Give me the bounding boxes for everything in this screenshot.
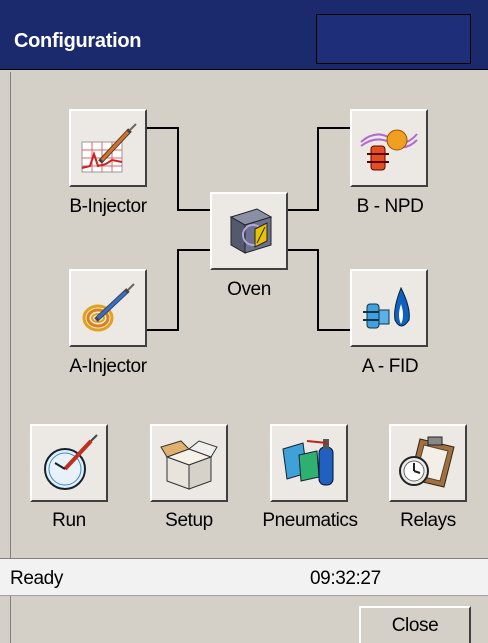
status-bar: Ready 09:32:27 <box>0 558 488 596</box>
title-display-box <box>316 14 471 64</box>
a-injector-button[interactable] <box>69 269 147 347</box>
relays-clipboard-icon <box>399 436 455 488</box>
setup-button[interactable] <box>150 424 228 502</box>
close-button[interactable]: Close <box>359 606 471 643</box>
npd-detector-icon <box>360 129 418 171</box>
relays-label: Relays <box>400 510 456 531</box>
b-injector-icon <box>81 123 137 173</box>
pneumatics-label: Pneumatics <box>262 510 358 531</box>
setup-label: Setup <box>165 510 213 531</box>
b-injector-button[interactable] <box>69 109 147 187</box>
a-detector-label: A - FID <box>361 356 419 377</box>
title-bar: Configuration <box>0 0 488 70</box>
run-gauge-icon <box>44 434 98 490</box>
window-title: Configuration <box>14 30 142 52</box>
b-detector-button[interactable] <box>350 109 428 187</box>
pneumatics-icon <box>282 439 334 486</box>
status-text: Ready <box>10 568 63 589</box>
run-button[interactable] <box>30 424 108 502</box>
oven-button[interactable] <box>210 192 288 270</box>
a-injector-label: A-Injector <box>69 356 147 377</box>
relays-button[interactable] <box>389 424 467 502</box>
run-label: Run <box>52 510 86 531</box>
setup-box-icon <box>160 440 218 490</box>
b-injector-label: B-Injector <box>69 196 147 217</box>
b-detector-label: B - NPD <box>356 196 424 217</box>
a-detector-button[interactable] <box>350 269 428 347</box>
left-edge <box>0 596 11 643</box>
a-injector-icon <box>82 283 135 332</box>
pneumatics-button[interactable] <box>270 424 348 502</box>
oven-icon <box>229 208 273 254</box>
fid-detector-icon <box>363 286 410 329</box>
oven-label: Oven <box>227 279 271 300</box>
status-time: 09:32:27 <box>310 568 381 589</box>
